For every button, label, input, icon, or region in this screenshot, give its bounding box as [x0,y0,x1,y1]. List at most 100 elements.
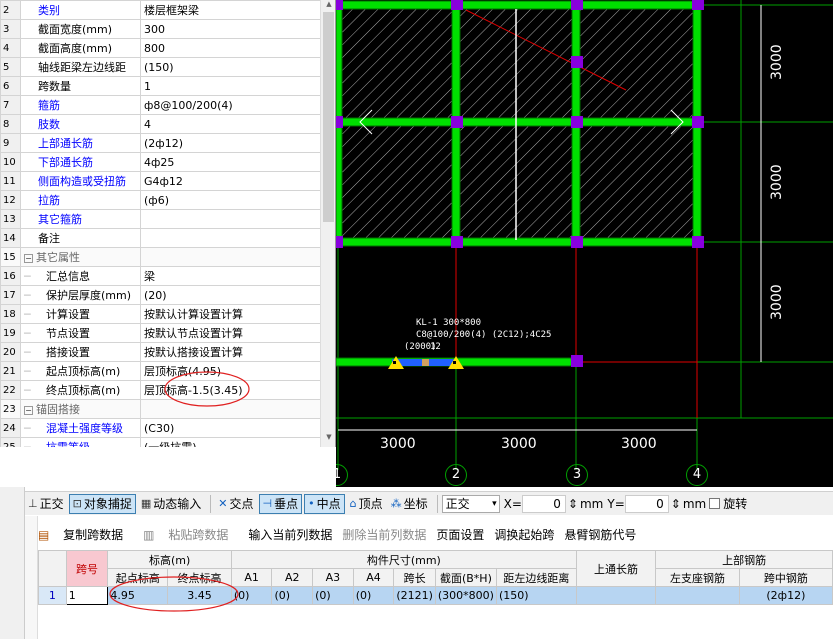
cantilever-code-button[interactable]: 悬臂钢筋代号 [564,526,636,543]
end-elevation-header[interactable]: 终点标高 [167,568,232,587]
property-row[interactable]: 10 下部通长筋 4ф25 [0,152,321,172]
span-length-header[interactable]: 跨长 [393,568,436,587]
property-row[interactable]: 8 肢数 4 [0,114,321,134]
section-cell[interactable]: (300*800) [434,586,497,605]
property-row[interactable]: 6 跨数量 1 [0,76,321,96]
property-value[interactable]: (20) [140,285,321,305]
start-elevation-header[interactable]: 起点标高 [107,568,169,587]
left-support-cell[interactable] [655,586,740,605]
scroll-up-icon[interactable]: ▲ [321,0,335,12]
y-input[interactable]: 0 [624,494,669,513]
section-header[interactable]: 截面(B*H) [434,568,497,587]
a1-cell[interactable]: (0) [230,586,273,605]
x-spin-icon[interactable]: ⇕ [568,497,578,511]
coordinate-snap[interactable]: ⁂ 坐标 [388,494,431,514]
property-value[interactable]: 按默认节点设置计算 [140,323,321,343]
property-row[interactable]: 21 ─ 起点顶标高(m) 层顶标高(4.95) [0,361,321,381]
object-snap-toggle[interactable]: ⊡ 对象捕捉 [68,493,136,514]
rotate-checkbox[interactable] [709,498,721,509]
property-row[interactable]: 24 ─ 混凝土强度等级 (C30) [0,418,321,438]
span-length-cell[interactable]: (2121) [393,586,436,605]
property-row[interactable]: 14 备注 [0,228,321,248]
swap-start-button[interactable]: 调换起始跨 [494,526,554,543]
dynamic-input-toggle[interactable]: ▦ 动态输入 [138,494,204,514]
property-row[interactable]: 11 侧面构造或受扭筋 G4ф12 [0,171,321,191]
vertex-snap[interactable]: ⌂ 顶点 [347,494,386,514]
span-no-cell[interactable]: 1 [65,586,109,605]
mid-span-header[interactable]: 跨中钢筋 [738,568,833,587]
property-value[interactable]: (C30) [140,418,321,438]
copy-span-button[interactable]: ▤ 复制跨数据 [38,526,133,543]
paste-span-button[interactable]: ▥ 粘贴跨数据 [143,526,238,543]
property-value[interactable]: 层顶标高-1.5(3.45) [140,380,321,400]
midpoint-snap[interactable]: • 中点 [304,493,345,514]
end-elevation-cell[interactable]: 3.45 [167,586,232,605]
a4-cell[interactable]: (0) [352,586,395,605]
property-row[interactable]: 17 ─ 保护层厚度(mm) (20) [0,285,321,305]
property-row[interactable]: 2 类别 楼层框架梁 [0,0,321,20]
property-value[interactable]: 按默认搭接设置计算 [140,342,321,362]
property-row[interactable]: 16 ─ 汇总信息 梁 [0,266,321,286]
property-row[interactable]: 15− 其它属性 [0,247,321,267]
property-value[interactable]: G4ф12 [140,171,321,191]
mode-select[interactable]: 正交 [441,494,500,513]
property-row[interactable]: 9 上部通长筋 (2ф12) [0,133,321,153]
a4-header[interactable]: A4 [352,568,395,587]
table-row[interactable]: 1 1 4.95 3.45 (0) (0) (0) (0) (2121) (30… [38,586,833,605]
property-value[interactable]: 800 [140,38,321,58]
property-value[interactable]: 梁 [140,266,321,286]
property-value[interactable]: 1 [140,76,321,96]
property-row[interactable]: 23− 锚固搭接 [0,399,321,419]
property-value[interactable]: 层顶标高(4.95) [140,361,321,381]
scrollbar-thumb[interactable] [323,12,334,222]
mid-span-cell[interactable]: (2ф12) [738,586,833,605]
property-row[interactable]: 4 截面高度(mm) 800 [0,38,321,58]
delete-column-button[interactable]: 删除当前列数据 [342,526,426,543]
property-value[interactable] [140,228,321,248]
edge-distance-cell[interactable]: (150) [495,586,577,605]
collapse-icon[interactable]: − [24,254,33,263]
orth-toggle[interactable]: ⊥ 正交 [25,494,67,514]
scroll-down-icon[interactable]: ▼ [321,433,335,445]
property-row[interactable]: 20 ─ 搭接设置 按默认搭接设置计算 [0,342,321,362]
property-scrollbar[interactable]: ▲ ▼ [320,0,335,447]
collapse-icon[interactable]: − [24,406,33,415]
property-row[interactable]: 7 箍筋 ф8@100/200(4) [0,95,321,115]
a1-header[interactable]: A1 [230,568,273,587]
a2-cell[interactable]: (0) [271,586,314,605]
input-column-button[interactable]: 输入当前列数据 [248,526,332,543]
property-value[interactable]: (ф6) [140,190,321,210]
property-value[interactable]: 4ф25 [140,152,321,172]
property-value[interactable]: 楼层框架梁 [140,0,321,20]
property-value[interactable]: 300 [140,19,321,39]
property-value[interactable] [140,209,321,229]
property-row[interactable]: 25─抗震等级(一级抗震) [0,437,321,447]
top-through-cell[interactable] [575,586,657,605]
property-value[interactable] [140,399,321,419]
property-value[interactable]: 按默认计算设置计算 [140,304,321,324]
property-value[interactable] [140,247,321,267]
property-row[interactable]: 5 轴线距梁左边线距 (150) [0,57,321,77]
property-value[interactable]: ф8@100/200(4) [140,95,321,115]
a2-header[interactable]: A2 [271,568,314,587]
left-support-header[interactable]: 左支座钢筋 [655,568,740,587]
property-value[interactable]: (150) [140,57,321,77]
property-value[interactable]: 4 [140,114,321,134]
intersection-snap[interactable]: ✕ 交点 [215,494,256,514]
property-row[interactable]: 22 ─ 终点顶标高(m) 层顶标高-1.5(3.45) [0,380,321,400]
edge-distance-header[interactable]: 距左边线距离 [495,568,577,587]
start-elevation-cell[interactable]: 4.95 [107,586,169,605]
property-row[interactable]: 19 ─ 节点设置 按默认节点设置计算 [0,323,321,343]
canvas-drawing[interactable] [336,0,833,487]
a3-cell[interactable]: (0) [312,586,354,605]
property-row[interactable]: 13 其它箍筋 [0,209,321,229]
top-through-header[interactable]: 上通长筋 [575,550,657,587]
perpendicular-snap[interactable]: ⊣ 垂点 [258,493,303,514]
span-no-header[interactable]: 跨号 [65,550,109,587]
x-input[interactable]: 0 [521,494,566,513]
property-value[interactable]: (一级抗震) [140,437,321,447]
property-row[interactable]: 12 拉筋 (ф6) [0,190,321,210]
y-spin-icon[interactable]: ⇕ [671,497,681,511]
property-row[interactable]: 18 ─ 计算设置 按默认计算设置计算 [0,304,321,324]
drawing-canvas[interactable]: 3000 3000 3000 3000 3000 3000 1 2 3 4 KL… [336,0,833,487]
